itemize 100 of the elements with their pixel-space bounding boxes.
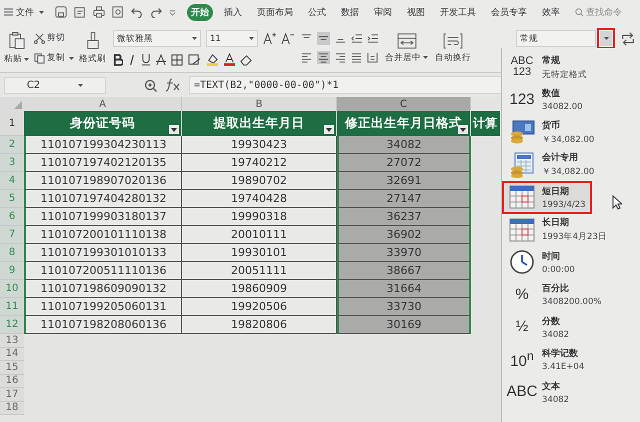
filter-button[interactable]	[324, 125, 334, 134]
increase-font-icon[interactable]	[263, 32, 276, 45]
ribbon-tab[interactable]: 公式	[304, 4, 330, 20]
column-header[interactable]: A	[24, 97, 182, 111]
format-example: 3.41E+04	[542, 362, 584, 372]
copy-button[interactable]: 复制	[34, 52, 74, 64]
undo-icon[interactable]	[131, 6, 143, 18]
calendar-icon	[509, 218, 535, 242]
table-cell: 31664	[337, 280, 471, 298]
italic-icon[interactable]	[128, 54, 136, 66]
row-number[interactable]: 13	[0, 334, 24, 348]
zoom-icon[interactable]	[144, 78, 157, 92]
bold-icon[interactable]	[113, 54, 123, 66]
column-header[interactable]: B	[182, 97, 337, 111]
search-icon	[575, 8, 584, 16]
format-option[interactable]: ½ 分数 34082	[502, 311, 590, 344]
strikethrough-icon[interactable]	[156, 54, 166, 66]
format-symbol: 10$^{n}$	[510, 350, 534, 370]
ribbon-tab[interactable]: 效率	[538, 4, 564, 20]
print-preview-icon[interactable]	[112, 6, 124, 18]
calendar-icon	[509, 185, 535, 210]
format-name: 常规	[542, 54, 561, 67]
file-menu[interactable]: 文件	[4, 6, 44, 18]
clock-icon	[510, 250, 534, 274]
increase-indent-icon[interactable]	[367, 33, 378, 44]
paste-button[interactable]: 粘贴	[4, 31, 29, 65]
redo-icon[interactable]	[150, 6, 162, 18]
format-option[interactable]: 会计专用 ￥34,082.00	[502, 148, 600, 181]
align-left-icon[interactable]	[301, 52, 312, 63]
table-cell: 110107200101110138	[24, 226, 182, 244]
ribbon-tab[interactable]: 页面布局	[253, 4, 297, 20]
format-name: 分数	[542, 316, 561, 328]
name-box[interactable]: C2	[4, 76, 106, 94]
table-cell: 19740428	[182, 190, 337, 208]
row-number[interactable]: 18	[0, 402, 24, 415]
ribbon-tab[interactable]: 会员专享	[487, 4, 531, 20]
table-cell: 110107198907020136	[24, 172, 182, 190]
eraser-icon[interactable]	[240, 54, 253, 66]
format-option[interactable]: 10$^{n}$ 科学记数 3.41E+04	[502, 344, 590, 376]
more-icon[interactable]	[169, 8, 176, 16]
align-right-icon[interactable]	[335, 52, 346, 63]
caret-icon	[24, 58, 29, 60]
column-header[interactable]: C	[337, 97, 471, 111]
font-size-dropdown[interactable]: 11	[206, 30, 258, 47]
corner-triangle-icon	[14, 101, 22, 109]
format-option[interactable]: 时间 0:00:00	[502, 246, 590, 278]
filter-button[interactable]	[169, 125, 179, 134]
number-format-dropdown[interactable]: 常规	[516, 30, 596, 47]
row-number[interactable]: 1	[0, 111, 24, 136]
format-option[interactable]: 长日期 1993年4月23日	[502, 214, 613, 246]
justify-icon[interactable]	[351, 52, 362, 63]
row-number[interactable]: 16	[0, 374, 24, 388]
font-color-icon[interactable]	[224, 53, 235, 66]
table-cell: 33970	[337, 244, 471, 262]
distribute-icon[interactable]	[367, 52, 378, 63]
ribbon-tab[interactable]: 审阅	[370, 4, 396, 20]
ribbon-tab[interactable]: 开发工具	[436, 4, 480, 20]
format-name: 文本	[542, 380, 561, 393]
save-icon[interactable]	[55, 6, 67, 18]
row-number[interactable]: 14	[0, 348, 24, 361]
format-example: 3408200.00%	[542, 297, 602, 308]
menu-icon	[4, 8, 13, 16]
dropdown-button[interactable]	[600, 31, 612, 46]
row-number[interactable]: 17	[0, 388, 24, 402]
table-cell: 110107197404280132	[24, 190, 182, 208]
table-cell: 110107197402120135	[24, 154, 182, 172]
export-icon[interactable]	[74, 6, 86, 18]
row-number[interactable]: 15	[0, 361, 24, 374]
print-icon[interactable]	[93, 6, 105, 18]
table-cell: 110107199205060131	[24, 298, 182, 316]
decrease-indent-icon[interactable]	[351, 33, 362, 44]
decrease-font-icon[interactable]	[281, 32, 294, 45]
convert-icon[interactable]	[620, 30, 636, 46]
caret-icon	[192, 37, 197, 40]
format-name: 百分比	[542, 282, 570, 296]
caret-icon	[423, 56, 428, 59]
fill-color-icon[interactable]	[206, 53, 219, 66]
ribbon-tab[interactable]: 插入	[220, 4, 246, 20]
ribbon-tab[interactable]: 开始	[187, 4, 213, 20]
ribbon-tab[interactable]: 数据	[337, 4, 363, 20]
merge-center-button[interactable]: 合并居中	[385, 32, 428, 64]
wrap-text-button[interactable]: 自动换行	[435, 32, 471, 64]
table-cell: 19740212	[182, 154, 337, 172]
underline-icon[interactable]	[141, 53, 151, 66]
ribbon-tab[interactable]: 视图	[403, 4, 429, 20]
scissors-icon	[34, 32, 45, 44]
paintbrush-icon	[86, 31, 100, 50]
font-name-dropdown[interactable]: 微软雅黑	[113, 30, 201, 47]
cell-style-icon[interactable]	[188, 54, 201, 66]
align-center-icon[interactable]	[317, 51, 330, 64]
format-name: 会计专用	[542, 151, 579, 164]
function-icon[interactable]	[165, 78, 181, 92]
format-name: 科学记数	[542, 348, 579, 360]
align-middle-icon[interactable]	[317, 32, 330, 45]
cut-button[interactable]: 剪切	[34, 32, 74, 44]
format-painter-button[interactable]: 格式刷	[79, 31, 106, 65]
format-option[interactable]: 货币 ￥34,082.00	[502, 116, 600, 148]
format-option[interactable]: % 百分比 3408200.00%	[502, 278, 608, 311]
caret-icon	[249, 37, 254, 40]
borders-icon[interactable]	[171, 54, 183, 66]
